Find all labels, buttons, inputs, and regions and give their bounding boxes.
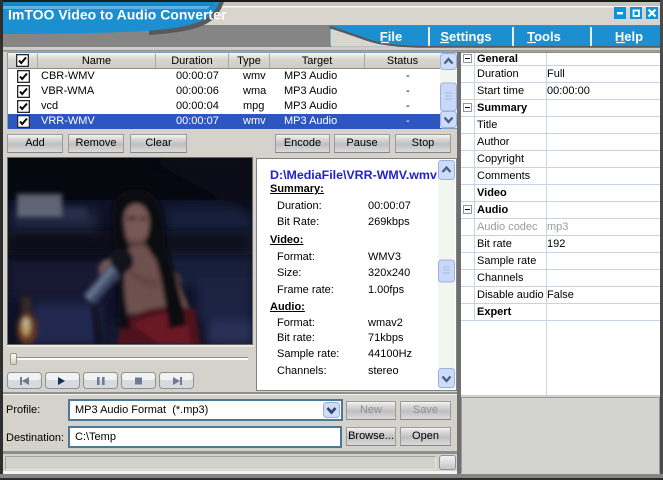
svg-text:ImTOO Video to Audio Converter: ImTOO Video to Audio Converter: [8, 7, 227, 23]
svg-text:Tools: Tools: [527, 29, 561, 44]
svg-text:File: File: [380, 29, 402, 44]
svg-text:Settings: Settings: [440, 29, 491, 44]
svg-text:Help: Help: [615, 29, 643, 44]
